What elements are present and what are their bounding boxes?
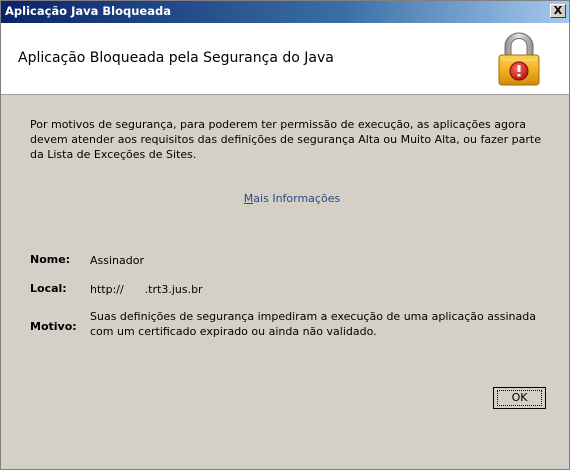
dialog-header: Aplicação Bloqueada pela Segurança do Ja…: [1, 23, 569, 95]
padlock-warning-icon: [498, 32, 540, 86]
reason-label: Motivo:: [30, 320, 77, 333]
ok-button-label: OK: [497, 390, 542, 406]
reason-value: Suas definições de segurança impediram a…: [90, 310, 536, 338]
security-message: Por motivos de segurança, para poderem t…: [30, 118, 541, 161]
dialog-body: Por motivos de segurança, para poderem t…: [1, 95, 569, 469]
ok-button[interactable]: OK: [493, 387, 546, 409]
location-value: http:// .trt3.jus.br: [90, 283, 203, 296]
location-label: Local:: [30, 282, 67, 295]
blocked-app-dialog: Aplicação Java Bloqueada X Aplicação Blo…: [0, 0, 570, 470]
title-bar[interactable]: Aplicação Java Bloqueada X: [1, 1, 569, 23]
page-title: Aplicação Bloqueada pela Segurança do Ja…: [18, 50, 334, 66]
more-info-text: ais Informações: [253, 192, 341, 205]
name-label: Nome:: [30, 253, 71, 266]
close-button[interactable]: X: [550, 4, 566, 18]
more-info-link[interactable]: Mais Informações: [1, 192, 569, 205]
name-value: Assinador: [90, 254, 144, 267]
window-title: Aplicação Java Bloqueada: [5, 4, 171, 18]
more-info-accel: M: [243, 192, 254, 205]
